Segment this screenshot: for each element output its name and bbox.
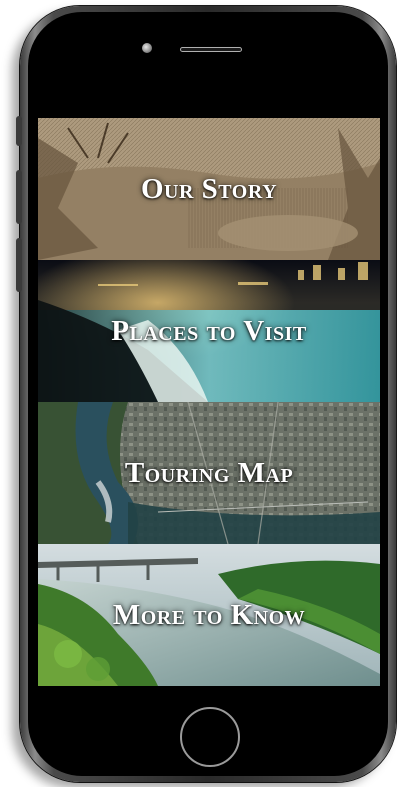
menu-tile-places-to-visit[interactable]: Places to Visit: [38, 260, 380, 402]
home-button[interactable]: [180, 707, 240, 767]
earpiece-speaker: [180, 47, 242, 52]
volume-up-button: [16, 170, 22, 224]
app-screen: Our Story Places to Visit Touring Map Mo…: [38, 118, 380, 686]
menu-label-touring-map: Touring Map: [124, 456, 294, 489]
mute-switch: [16, 116, 22, 146]
menu-label-our-story: Our Story: [140, 172, 278, 205]
menu-tile-touring-map[interactable]: Touring Map: [38, 402, 380, 544]
menu-tile-more-to-know[interactable]: More to Know: [38, 544, 380, 686]
volume-down-button: [16, 238, 22, 292]
front-camera-icon: [142, 43, 152, 53]
menu-label-places-to-visit: Places to Visit: [111, 314, 307, 347]
menu-label-more-to-know: More to Know: [112, 598, 306, 631]
menu-tile-our-story[interactable]: Our Story: [38, 118, 380, 260]
